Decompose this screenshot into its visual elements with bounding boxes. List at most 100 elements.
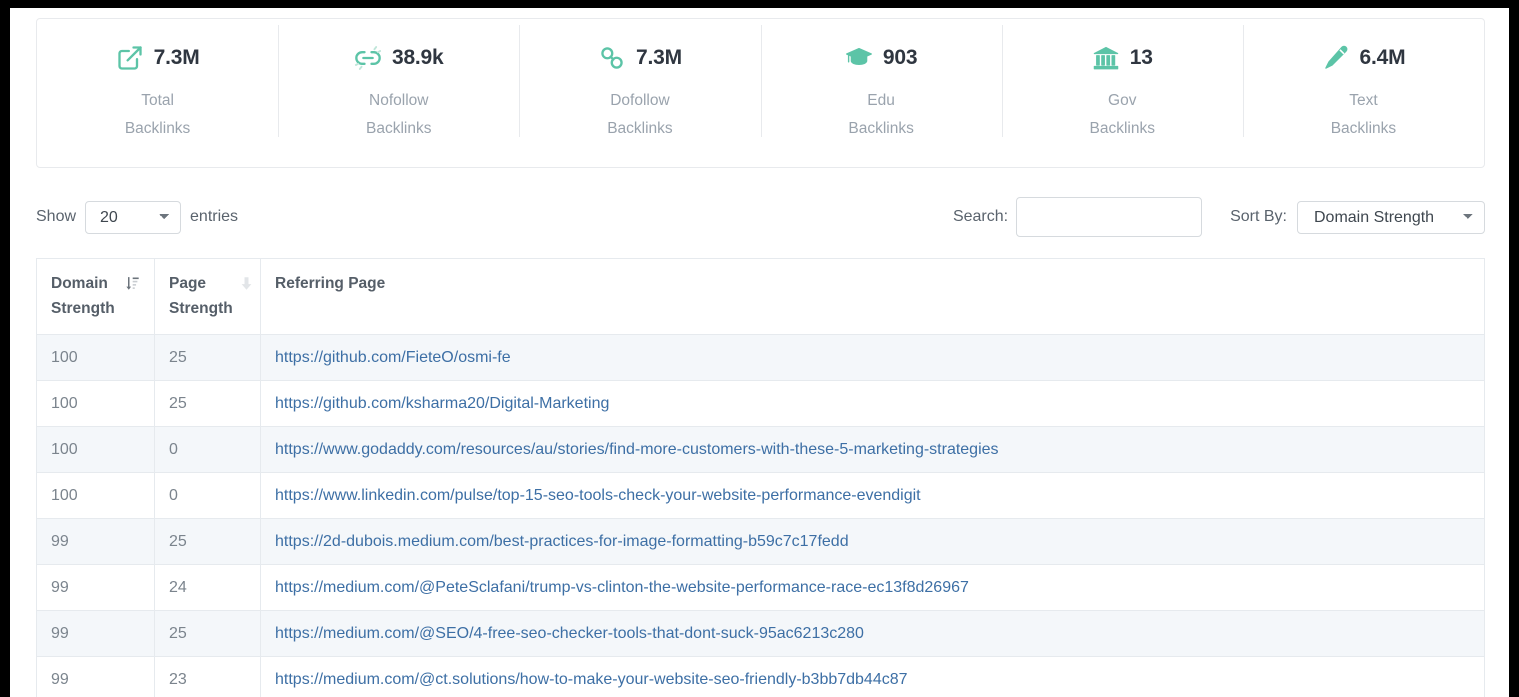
cell-referring-page: https://github.com/ksharma20/Digital-Mar… [261,381,1485,427]
stat-value: 7.3M [154,46,200,70]
stat-label-line1: Dofollow [519,87,760,115]
stat-label-line2: Backlinks [761,115,1002,143]
broken-link-icon [354,44,382,72]
cell-domain-strength: 99 [37,611,155,657]
cell-domain-strength: 100 [37,381,155,427]
entries-select[interactable]: 102050100 [85,201,181,234]
stat-edu-backlinks: 903 Edu Backlinks [761,19,1002,143]
referring-page-link[interactable]: https://www.linkedin.com/pulse/top-15-se… [275,487,921,504]
column-header-domain-strength[interactable]: Domain Strength [37,259,155,335]
stat-label-line2: Backlinks [1243,115,1484,143]
stat-total-backlinks: 7.3M Total Backlinks [37,19,278,143]
table-row: 9925 https://2d-dubois.medium.com/best-pr… [37,519,1485,565]
cell-page-strength: 23 [155,657,261,697]
cell-domain-strength: 100 [37,427,155,473]
stat-label-line1: Gov [1002,87,1243,115]
cell-domain-strength: 100 [37,473,155,519]
stat-label-line1: Nofollow [278,87,519,115]
backlinks-table-container: Domain Strength [36,258,1485,697]
stat-top: 903 [761,41,1002,75]
referring-page-link[interactable]: https://www.godaddy.com/resources/au/sto… [275,441,999,458]
search-input[interactable] [1016,197,1202,237]
table-controls: Show 102050100 entries Search: Sort By: … [36,190,1485,244]
cell-page-strength: 25 [155,519,261,565]
column-header-line1: Page [169,275,206,292]
stat-label: Total Backlinks [37,87,278,143]
column-header-referring-page[interactable]: Referring Page [261,259,1485,335]
entries-label: entries [190,208,238,226]
cell-page-strength: 25 [155,381,261,427]
stat-label-line2: Backlinks [37,115,278,143]
stat-label-line2: Backlinks [1002,115,1243,143]
cell-domain-strength: 99 [37,657,155,697]
referring-page-link[interactable]: https://github.com/ksharma20/Digital-Mar… [275,395,609,412]
stat-label: Dofollow Backlinks [519,87,760,143]
bank-icon [1092,44,1120,72]
stat-value: 7.3M [636,46,682,70]
search-and-sort-control: Search: Sort By: Domain StrengthPage Str… [953,190,1485,244]
table-row: 9923 https://medium.com/@ct.solutions/how… [37,657,1485,697]
stat-label-line1: Total [37,87,278,115]
stat-value: 13 [1130,46,1153,70]
stat-label-line1: Text [1243,87,1484,115]
stat-dofollow-backlinks: 7.3M Dofollow Backlinks [519,19,760,143]
chain-link-icon [598,44,626,72]
stat-gov-backlinks: 13 Gov Backlinks [1002,19,1243,143]
cell-referring-page: https://medium.com/@ct.solutions/how-to-… [261,657,1485,697]
stat-label: Gov Backlinks [1002,87,1243,143]
stat-nofollow-backlinks: 38.9k Nofollow Backlinks [278,19,519,143]
stat-label-line2: Backlinks [278,115,519,143]
cell-referring-page: https://medium.com/@PeteSclafani/trump-v… [261,565,1485,611]
pencil-icon [1322,44,1350,72]
entries-control: Show 102050100 entries [36,190,238,244]
cell-domain-strength: 100 [37,335,155,381]
stat-value: 6.4M [1360,46,1406,70]
graduation-cap-icon [845,44,873,72]
table-row: 1000 https://www.godaddy.com/resources/au… [37,427,1485,473]
cell-page-strength: 0 [155,473,261,519]
backlink-stats-card: 7.3M Total Backlinks [36,18,1485,168]
sort-arrow-down-inactive-icon[interactable] [239,274,254,299]
table-row: 1000 https://www.linkedin.com/pulse/top-1… [37,473,1485,519]
show-label: Show [36,208,76,226]
referring-page-link[interactable]: https://2d-dubois.medium.com/best-practi… [275,533,849,550]
referring-page-link[interactable]: https://github.com/FieteO/osmi-fe [275,349,511,366]
search-label: Search: [953,208,1008,226]
table-row: 9924https://medium.com/@PeteSclafani/tru… [37,565,1485,611]
stat-top: 13 [1002,41,1243,75]
stat-value: 38.9k [392,46,444,70]
sort-by-label: Sort By: [1230,208,1287,226]
stat-label: Edu Backlinks [761,87,1002,143]
cell-referring-page: https://www.godaddy.com/resources/au/sto… [261,427,1485,473]
cell-domain-strength: 99 [37,565,155,611]
stat-label-line1: Edu [761,87,1002,115]
table-row: 9925 https://medium.com/@SEO/4-free-seo-c… [37,611,1485,657]
page-frame: 7.3M Total Backlinks [10,8,1509,697]
column-header-page-strength[interactable]: Page Strength [155,259,261,335]
sort-descending-active-icon[interactable] [125,274,140,299]
cell-referring-page: https://2d-dubois.medium.com/best-practi… [261,519,1485,565]
cell-page-strength: 25 [155,335,261,381]
cell-domain-strength: 99 [37,519,155,565]
referring-page-link[interactable]: https://medium.com/@ct.solutions/how-to-… [275,671,908,688]
cell-page-strength: 25 [155,611,261,657]
table-row: 10025 https://github.com/FieteO/osmi-fe [37,335,1485,381]
stat-value: 903 [883,46,917,70]
stat-top: 7.3M [519,41,760,75]
stat-top: 38.9k [278,41,519,75]
stat-label-line2: Backlinks [519,115,760,143]
table-body: 10025https://github.com/FieteO/osmi-fe10… [37,335,1485,697]
column-header-line2: Strength [169,300,233,317]
cell-referring-page: https://www.linkedin.com/pulse/top-15-se… [261,473,1485,519]
stat-top: 7.3M [37,41,278,75]
stat-top: 6.4M [1243,41,1484,75]
referring-page-link[interactable]: https://medium.com/@PeteSclafani/trump-v… [275,579,969,596]
cell-referring-page: https://medium.com/@SEO/4-free-seo-check… [261,611,1485,657]
cell-referring-page: https://github.com/FieteO/osmi-fe [261,335,1485,381]
stat-text-backlinks: 6.4M Text Backlinks [1243,19,1484,143]
column-header-line2: Strength [51,300,115,317]
referring-page-link[interactable]: https://medium.com/@SEO/4-free-seo-check… [275,625,864,642]
cell-page-strength: 0 [155,427,261,473]
sort-by-select[interactable]: Domain StrengthPage StrengthReferring Pa… [1297,201,1485,234]
external-link-icon [116,44,144,72]
